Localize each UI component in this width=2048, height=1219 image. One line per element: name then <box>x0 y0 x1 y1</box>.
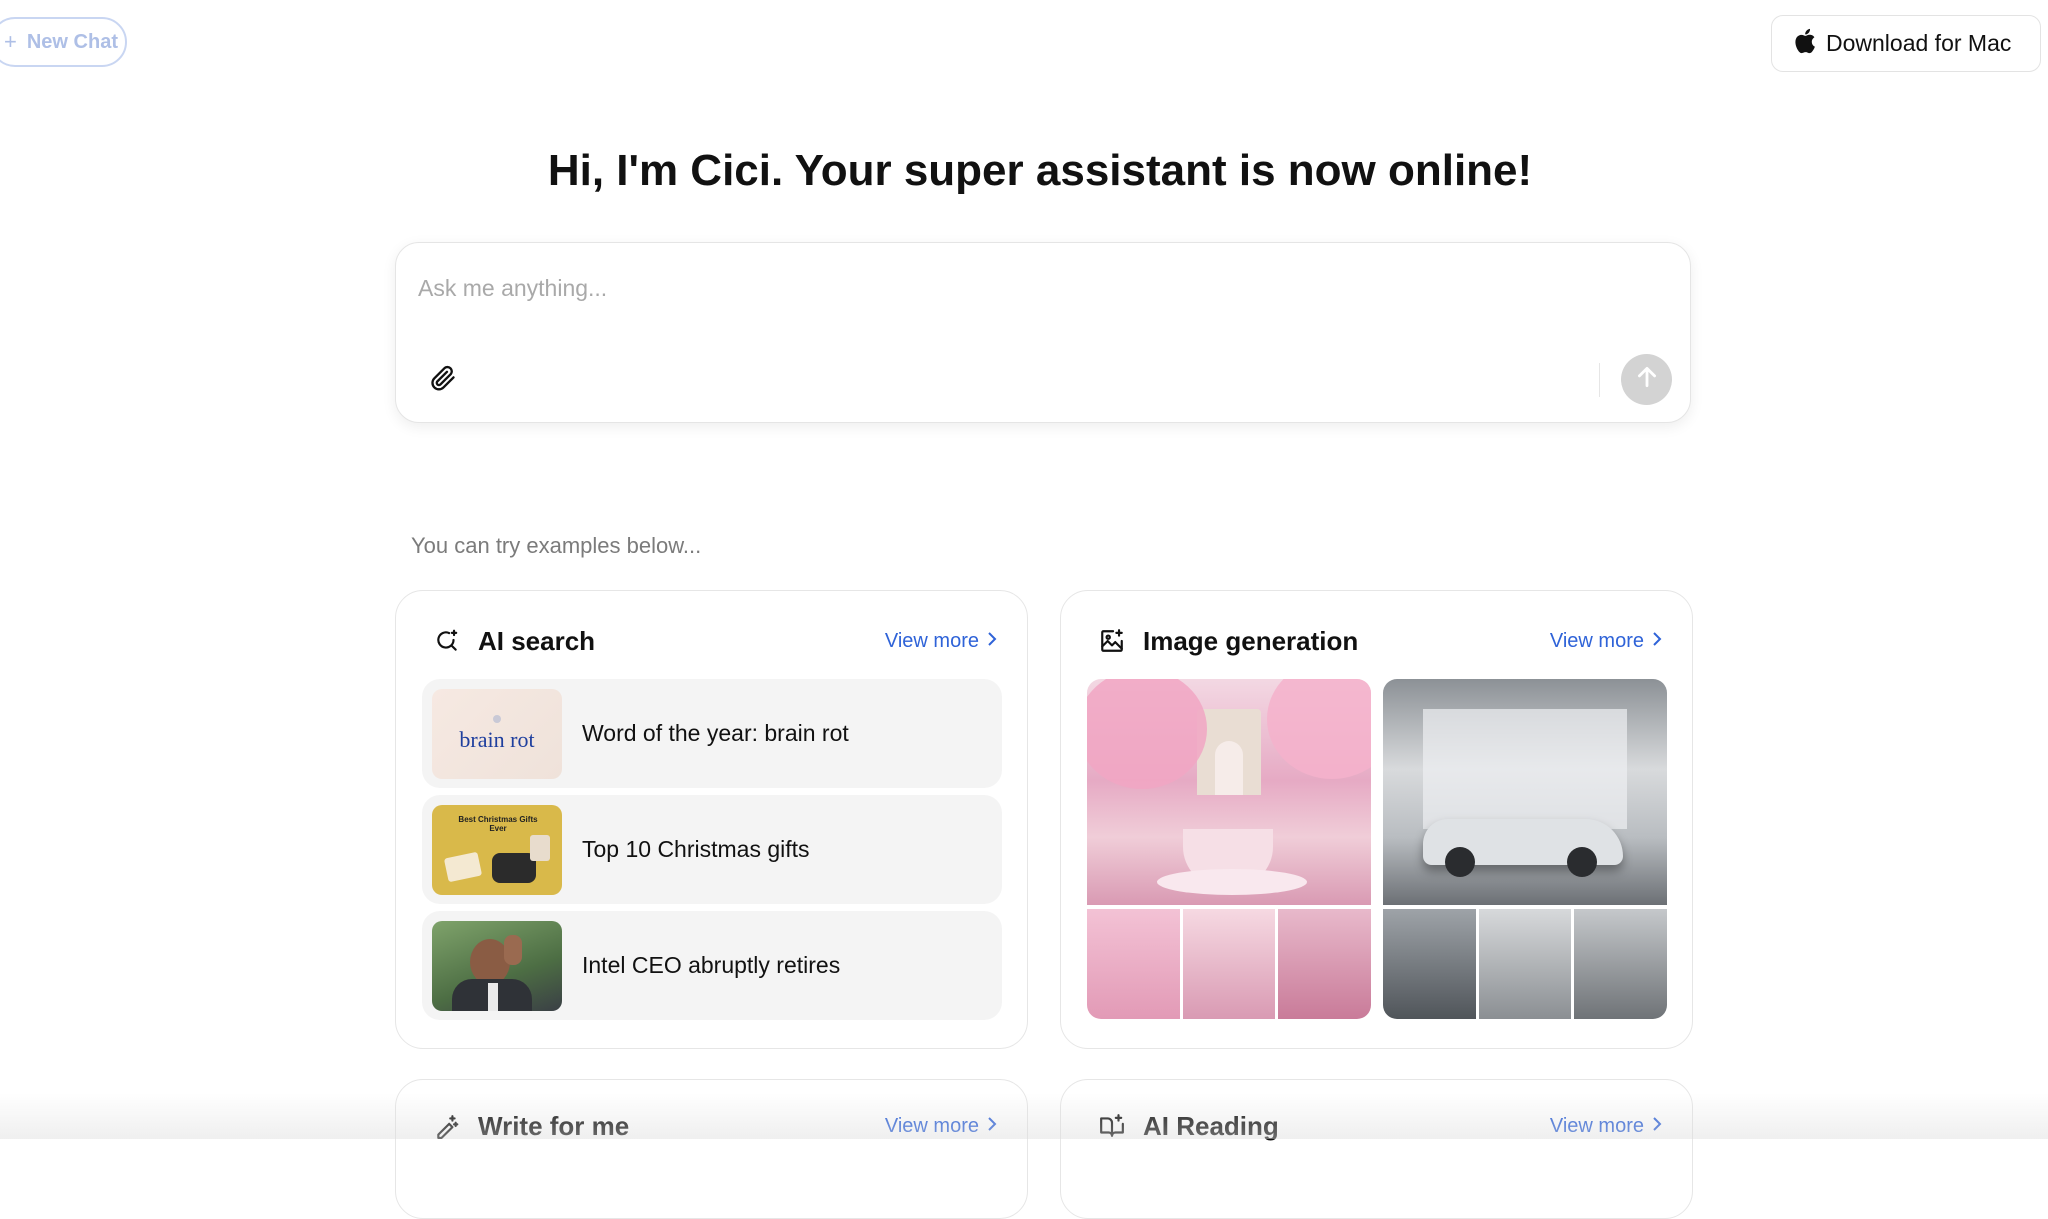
write-for-me-title: Write for me <box>478 1110 630 1141</box>
search-example-item[interactable]: Best Christmas Gifts Ever Top 10 Christm… <box>422 795 1002 904</box>
brain-rot-thumb-text: brain rot <box>459 726 535 752</box>
paris-coffee-main-image <box>1087 679 1371 905</box>
send-button[interactable] <box>1621 354 1672 405</box>
brain-rot-thumbnail: brain rot <box>432 688 562 779</box>
chat-composer <box>395 242 1691 423</box>
image-generation-title: Image generation <box>1143 625 1359 656</box>
concept-car-variant-2 <box>1479 909 1571 1019</box>
ai-search-view-more-link[interactable]: View more <box>885 630 997 653</box>
ai-reading-title: AI Reading <box>1143 1110 1279 1141</box>
paris-coffee-variant-1 <box>1087 909 1180 1019</box>
attach-file-button[interactable] <box>426 363 460 397</box>
chevron-right-icon <box>987 630 997 653</box>
concept-car-image-set[interactable] <box>1383 679 1667 1019</box>
concept-car-variant-1 <box>1383 909 1476 1019</box>
write-for-me-card: Write for me View more <box>395 1079 1028 1219</box>
view-more-label: View more <box>1549 1114 1644 1137</box>
concept-car-main-image <box>1383 679 1667 905</box>
chat-input[interactable] <box>416 267 1620 309</box>
search-example-label: Word of the year: brain rot <box>582 720 849 746</box>
paris-coffee-variant-3 <box>1278 909 1371 1019</box>
composer-divider <box>1599 363 1600 397</box>
ai-reading-view-more-link[interactable]: View more <box>1550 1115 1662 1138</box>
image-generation-view-more-link[interactable]: View more <box>1550 630 1662 653</box>
plus-icon: + <box>4 29 17 54</box>
examples-hint: You can try examples below... <box>411 533 702 558</box>
image-sparkle-icon <box>1097 626 1127 656</box>
intel-ceo-thumbnail <box>432 920 562 1011</box>
book-sparkle-icon <box>1097 1111 1127 1141</box>
paris-coffee-variant-2 <box>1183 909 1275 1019</box>
download-for-mac-button[interactable]: Download for Mac <box>1771 15 2041 72</box>
image-generation-card: Image generation View more <box>1060 590 1693 1049</box>
search-example-label: Top 10 Christmas gifts <box>582 836 810 862</box>
write-for-me-view-more-link[interactable]: View more <box>885 1115 997 1138</box>
christmas-gifts-thumb-text: Best Christmas Gifts Ever <box>458 814 538 833</box>
view-more-label: View more <box>884 629 979 652</box>
page-title: Hi, I'm Cici. Your super assistant is no… <box>547 146 1533 195</box>
search-example-label: Intel CEO abruptly retires <box>582 952 841 978</box>
new-chat-label: New Chat <box>26 30 118 53</box>
search-sparkle-icon <box>432 626 462 656</box>
concept-car-variant-3 <box>1574 909 1667 1019</box>
search-example-item[interactable]: Intel CEO abruptly retires <box>422 911 1002 1020</box>
search-example-item[interactable]: brain rot Word of the year: brain rot <box>422 679 1002 788</box>
view-more-label: View more <box>1549 629 1644 652</box>
paris-coffee-image-set[interactable] <box>1087 679 1371 1019</box>
ai-search-card: AI search View more brain rot Word of th… <box>395 590 1028 1049</box>
magic-pen-icon <box>432 1111 462 1141</box>
paperclip-icon <box>429 364 457 397</box>
new-chat-button[interactable]: + New Chat <box>0 17 127 67</box>
apple-icon <box>1794 28 1816 60</box>
ai-reading-card: AI Reading View more <box>1060 1079 1693 1219</box>
chevron-right-icon <box>1652 630 1662 653</box>
christmas-gifts-thumbnail: Best Christmas Gifts Ever <box>432 804 562 895</box>
chevron-right-icon <box>987 1115 997 1138</box>
view-more-label: View more <box>884 1114 979 1137</box>
ai-search-title: AI search <box>478 625 596 656</box>
chevron-right-icon <box>1652 1115 1662 1138</box>
arrow-up-icon <box>1634 364 1660 395</box>
download-label: Download for Mac <box>1826 30 2012 56</box>
